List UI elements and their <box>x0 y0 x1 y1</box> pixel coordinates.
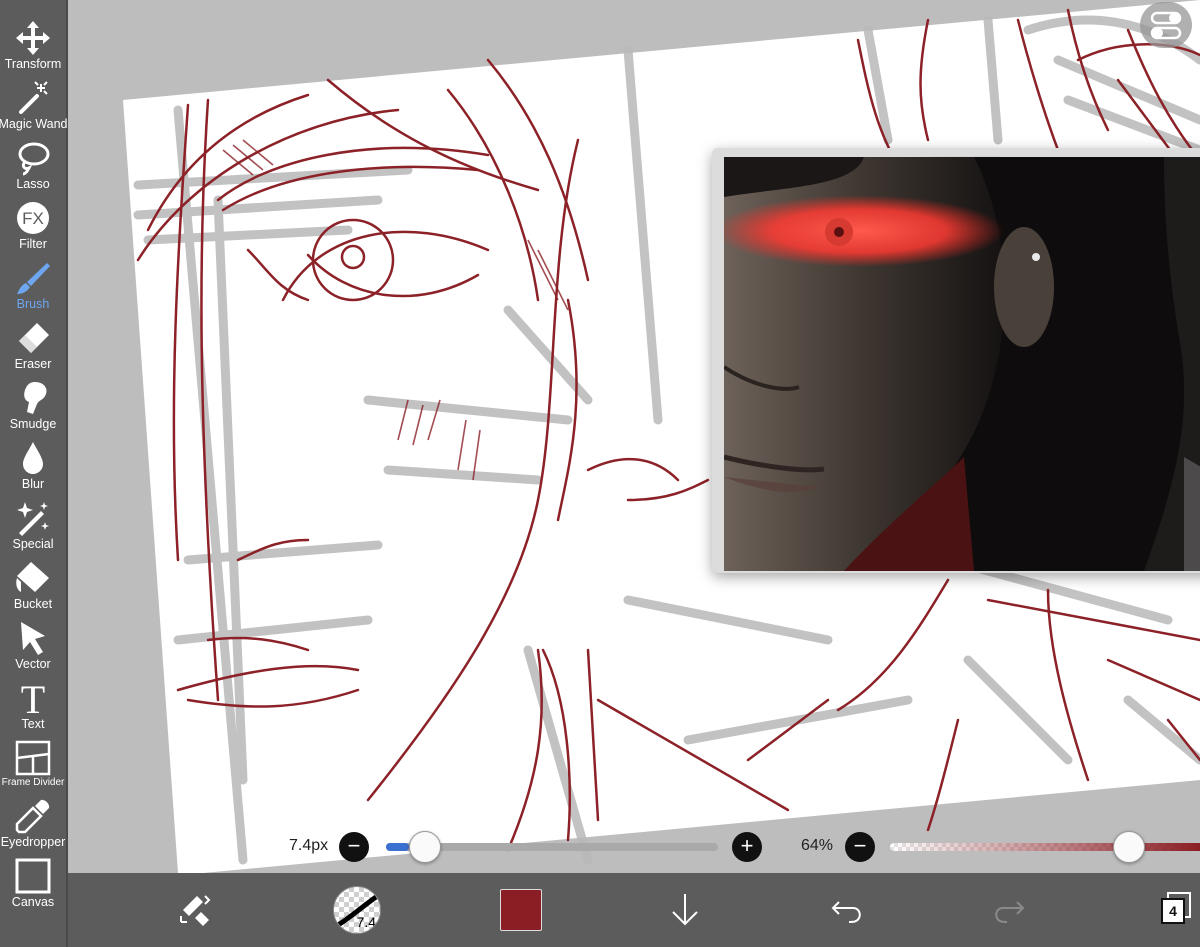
tool-filter[interactable]: FX Filter <box>0 198 66 258</box>
redo-button[interactable] <box>986 873 1032 947</box>
tool-label: Vector <box>15 657 51 671</box>
arrow-down-icon <box>672 894 698 926</box>
reference-window[interactable] <box>712 148 1200 573</box>
tool-label: Text <box>21 717 45 731</box>
tool-vector[interactable]: Vector <box>0 618 66 678</box>
tool-eraser[interactable]: Eraser <box>0 318 66 378</box>
eraser-icon <box>19 323 49 353</box>
canvas-icon <box>15 858 51 894</box>
brush-slider-bar: 7.4px − + 64% − <box>68 825 1200 873</box>
tool-eyedropper[interactable]: Eyedropper <box>0 796 66 856</box>
download-button[interactable] <box>662 873 708 947</box>
svg-text:FX: FX <box>22 209 44 228</box>
opacity-slider[interactable] <box>890 843 1200 851</box>
tool-label: Eraser <box>14 357 52 371</box>
tool-label: Eyedropper <box>0 835 66 849</box>
tool-transform[interactable]: Transform <box>0 18 66 78</box>
undo-icon <box>831 901 861 923</box>
bucket-icon <box>16 562 49 592</box>
text-icon: T <box>21 680 45 716</box>
toggle-interface-button[interactable] <box>1140 2 1192 48</box>
tool-bucket[interactable]: Bucket <box>0 558 66 618</box>
opacity-slider-knob[interactable] <box>1113 831 1146 863</box>
brush-size-increase-button[interactable]: + <box>732 832 762 862</box>
brush-size-slider-knob[interactable] <box>409 831 442 863</box>
tool-label: Canvas <box>11 895 55 909</box>
eyedropper-icon <box>15 799 50 834</box>
brush-size-slider-fill <box>386 843 410 851</box>
color-picker-button[interactable] <box>498 873 544 947</box>
reference-photo <box>724 157 1200 571</box>
tool-label: Bucket <box>13 597 53 611</box>
tool-label: Lasso <box>16 177 50 191</box>
tool-text[interactable]: T Text <box>0 678 66 738</box>
tool-label: Magic Wand <box>0 117 68 131</box>
tool-label: Filter <box>19 237 47 251</box>
opacity-value: 64% <box>801 837 834 854</box>
tool-brush[interactable]: Brush <box>0 258 66 318</box>
brush-size-decrease-button[interactable]: − <box>339 832 369 862</box>
redo-icon <box>995 901 1025 923</box>
tool-blur[interactable]: Blur <box>0 438 66 498</box>
brush-size-value: 7.4px <box>289 837 329 854</box>
brush-preview: 7.4 <box>333 886 381 934</box>
lasso-icon <box>18 142 50 176</box>
svg-text:T: T <box>21 680 45 716</box>
tool-magic-wand[interactable]: Magic Wand <box>0 78 68 138</box>
bottom-toolbar: 7.4 4 <box>68 873 1200 947</box>
brush-eraser-swap-button[interactable] <box>172 873 218 947</box>
layers-button[interactable]: 4 <box>1150 873 1196 947</box>
swap-brush-eraser-icon <box>180 895 211 926</box>
toggle-switches-icon <box>1150 11 1182 40</box>
layers-icon: 4 <box>1153 890 1193 930</box>
layers-count: 4 <box>1161 898 1185 924</box>
current-color-swatch <box>500 889 542 931</box>
tool-canvas[interactable]: Canvas <box>0 856 66 916</box>
tool-smudge[interactable]: Smudge <box>0 378 66 438</box>
tool-frame-divider[interactable]: Frame Divider <box>0 738 66 798</box>
canvas-viewport[interactable] <box>68 0 1200 873</box>
tool-label: Blur <box>21 477 45 491</box>
tool-label: Transform <box>4 57 62 71</box>
minus-icon: − <box>347 833 361 858</box>
tool-sidebar: Transform Magic Wand Lasso FX Filter Bru… <box>0 0 68 947</box>
plus-icon: + <box>740 833 754 858</box>
opacity-decrease-button[interactable]: − <box>845 832 875 862</box>
brush-icon <box>17 263 50 294</box>
vector-arrow-icon <box>21 622 45 655</box>
magic-wand-icon <box>19 81 48 114</box>
tool-label: Special <box>12 537 54 551</box>
move-arrows-icon <box>16 21 50 55</box>
tool-label: Brush <box>16 297 50 311</box>
undo-button[interactable] <box>824 873 870 947</box>
smudge-icon <box>24 382 47 414</box>
sparkle-wand-icon <box>17 502 49 536</box>
fx-icon: FX <box>17 202 49 234</box>
frame-divider-icon <box>15 740 51 776</box>
tool-special[interactable]: Special <box>0 498 66 558</box>
brush-settings-button[interactable]: 7.4 <box>332 873 382 947</box>
tool-label: Frame Divider <box>1 777 65 788</box>
brush-size-badge: 7.4 <box>356 914 376 930</box>
minus-icon: − <box>853 833 867 858</box>
tool-label: Smudge <box>9 417 57 431</box>
blur-drop-icon <box>23 442 43 474</box>
tool-lasso[interactable]: Lasso <box>0 138 66 198</box>
